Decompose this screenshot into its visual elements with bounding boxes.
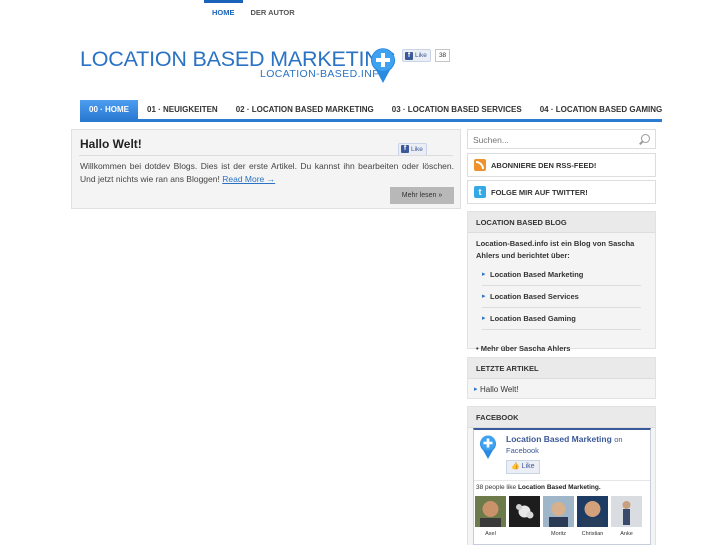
mainnav-home[interactable]: 00 · HOME — [80, 100, 139, 119]
topic-item[interactable]: Location Based Marketing — [482, 264, 641, 286]
topic-item[interactable]: Location Based Services — [482, 286, 641, 308]
about-author-link[interactable]: • Mehr über Sascha Ahlers — [468, 330, 655, 353]
widget-title: LOCATION BASED BLOG — [468, 212, 655, 233]
facebook-icon: f — [401, 145, 409, 153]
post-excerpt: Willkommen bei dotdev Blogs. Dies ist de… — [80, 161, 454, 184]
topic-list: Location Based Marketing Location Based … — [468, 262, 655, 330]
fb-facebook-link[interactable]: Facebook — [506, 446, 539, 455]
twitter-follow[interactable]: t FOLGE MIR AUF TWITTER! — [467, 180, 656, 204]
rss-subscribe[interactable]: ABONNIERE DEN RSS-FEED! — [467, 153, 656, 177]
fan-name: Anke — [620, 531, 633, 537]
topic-item[interactable]: Location Based Gaming — [482, 308, 641, 330]
blog-post: Hallo Welt! f Like Willkommen bei dotdev… — [71, 129, 461, 209]
facebook-like-box: Location Based Marketing on Facebook 👍 L… — [473, 428, 651, 545]
latest-articles-widget: LETZTE ARTIKEL Hallo Welt! — [467, 357, 656, 399]
widget-title: FACEBOOK — [468, 407, 655, 428]
location-pin-icon — [371, 48, 395, 83]
topnav-author[interactable]: DER AUTOR — [243, 0, 303, 24]
location-pin-icon — [480, 435, 496, 459]
search-icon[interactable] — [641, 134, 650, 143]
fan-face[interactable]: Axel — [475, 496, 506, 537]
rss-label: ABONNIERE DEN RSS-FEED! — [491, 160, 597, 170]
fan-name: Moritz — [551, 531, 566, 537]
header-like-count: 38 — [434, 49, 451, 62]
fb-page-name[interactable]: Location Based Marketing on — [506, 434, 623, 444]
avatar — [475, 496, 506, 527]
avatar — [611, 496, 642, 527]
twitter-label: FOLGE MIR AUF TWITTER! — [491, 187, 588, 197]
more-button[interactable]: Mehr lesen » — [390, 187, 454, 204]
article-link[interactable]: Hallo Welt! — [468, 379, 655, 394]
post-title[interactable]: Hallo Welt! — [80, 137, 142, 151]
read-more-link[interactable]: Read More → — [222, 174, 275, 184]
rss-icon — [474, 159, 486, 171]
mainnav-services[interactable]: 03 · LOCATION BASED SERVICES — [383, 100, 531, 119]
top-nav: HOME DER AUTOR — [204, 0, 303, 24]
fan-name: Christian — [581, 531, 604, 537]
header-like-button[interactable]: f Like — [402, 49, 431, 62]
fan-face[interactable]: Christian — [577, 496, 608, 537]
post-like-widget: f Like — [398, 137, 427, 156]
fb-divider — [474, 480, 650, 481]
search-input[interactable] — [468, 131, 628, 149]
fb-people-count: 38 people like Location Based Marketing. — [476, 484, 601, 491]
mainnav-marketing[interactable]: 02 · LOCATION BASED MARKETING — [227, 100, 383, 119]
avatar — [543, 496, 574, 527]
logo-title: LOCATION BASED MARKETING — [80, 47, 397, 71]
search-box — [467, 129, 656, 149]
location-blog-widget: LOCATION BASED BLOG Location-Based.info … — [467, 211, 656, 353]
fb-like-button[interactable]: 👍 Like — [506, 460, 540, 474]
mainnav-gaming[interactable]: 04 · LOCATION BASED GAMING — [531, 100, 672, 119]
post-divider — [79, 155, 453, 156]
topnav-home[interactable]: HOME — [204, 0, 243, 24]
facebook-icon: f — [405, 51, 413, 60]
fan-name: Axel — [485, 531, 496, 537]
fb-faces: Axel Moritz Christian Anke — [475, 496, 642, 537]
widget-title: LETZTE ARTIKEL — [468, 358, 655, 379]
mainnav-news[interactable]: 01 · NEUIGKEITEN — [138, 100, 227, 119]
twitter-icon: t — [474, 186, 486, 198]
post-like-button[interactable]: f Like — [398, 142, 427, 156]
thumbs-up-icon: 👍 — [511, 463, 520, 470]
blog-intro: Location-Based.info ist ein Blog von Sas… — [476, 239, 635, 260]
fan-face[interactable]: Anke — [611, 496, 642, 537]
avatar — [577, 496, 608, 527]
fan-face[interactable]: Moritz — [543, 496, 574, 537]
avatar — [509, 496, 540, 527]
main-nav: 00 · HOME 01 · NEUIGKEITEN 02 · LOCATION… — [80, 100, 662, 122]
site-logo[interactable]: LOCATION BASED MARKETING LOCATION-BASED.… — [80, 47, 397, 80]
header-like-widget: f Like 38 — [402, 49, 451, 62]
fan-face[interactable] — [509, 496, 540, 537]
